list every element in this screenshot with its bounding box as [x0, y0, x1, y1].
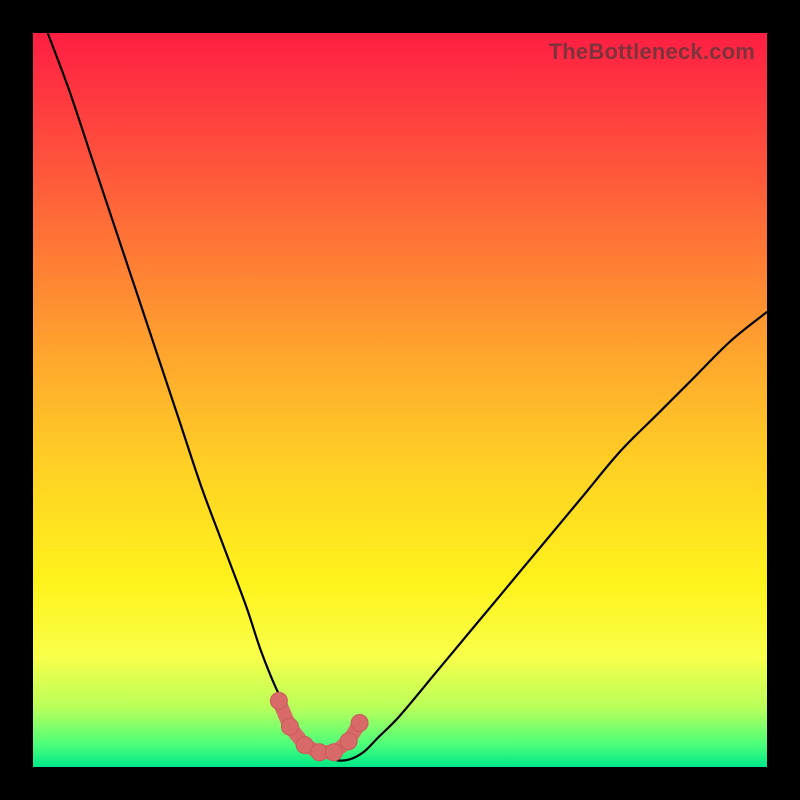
trough-marker-dots [270, 692, 368, 760]
chart-frame: TheBottleneck.com [0, 0, 800, 800]
chart-overlay [33, 33, 767, 767]
trough-marker-dot [325, 744, 342, 761]
trough-marker-dot [340, 733, 357, 750]
trough-marker-dot [281, 718, 298, 735]
trough-marker-dot [351, 715, 368, 732]
chart-plot-area: TheBottleneck.com [33, 33, 767, 767]
bottleneck-curve [48, 33, 767, 761]
trough-marker-dot [270, 692, 287, 709]
